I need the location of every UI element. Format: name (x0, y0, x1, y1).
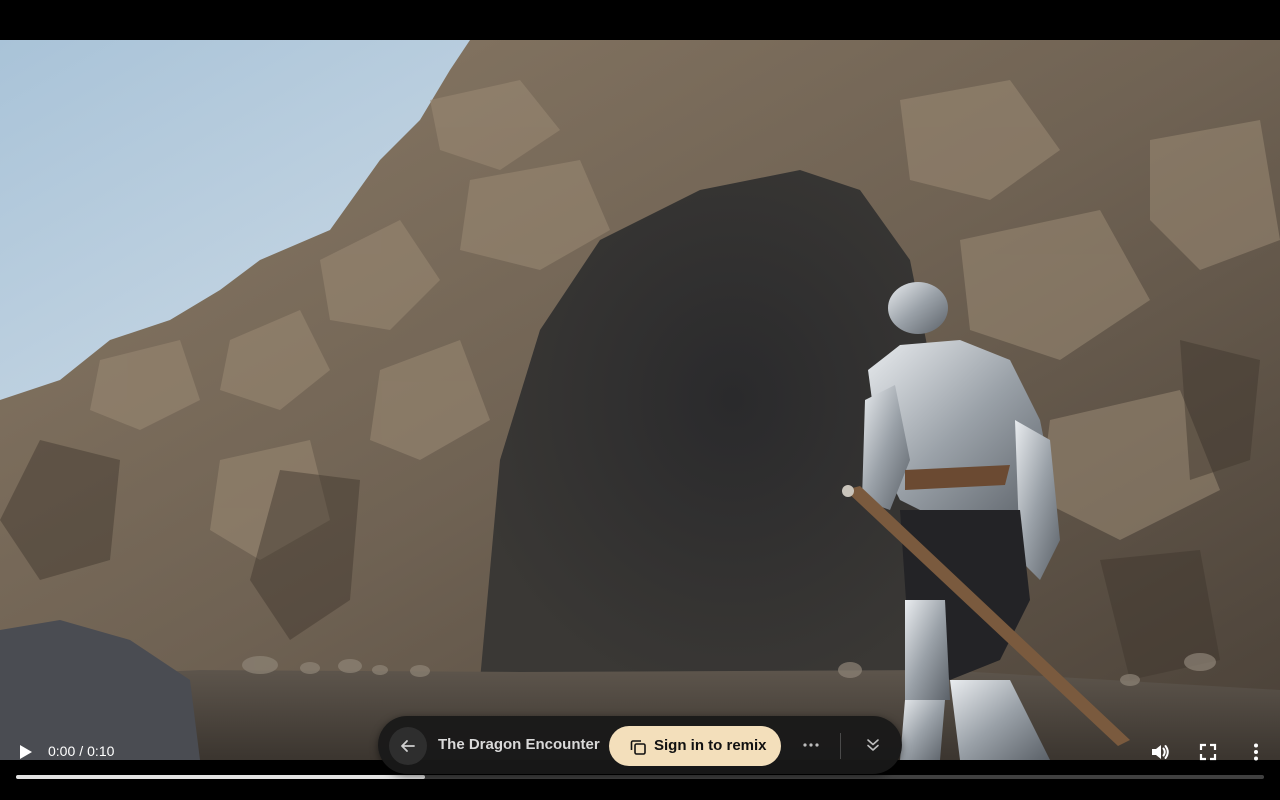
current-time: 0:00 (48, 743, 76, 759)
remix-bar-divider (840, 733, 841, 759)
progress-buffered (16, 775, 426, 779)
chevrons-down-icon (867, 739, 879, 751)
progress-bar[interactable] (16, 775, 1264, 779)
copy-icon (630, 740, 646, 755)
more-options-button[interactable] (798, 733, 824, 757)
more-vertical-icon (1254, 743, 1258, 761)
collapse-button[interactable] (861, 733, 885, 757)
player-menu-button[interactable] (1244, 740, 1268, 764)
back-button[interactable] (389, 727, 427, 765)
video-frame[interactable] (0, 40, 1280, 760)
more-horizontal-icon (803, 743, 819, 747)
volume-button[interactable] (1148, 740, 1172, 764)
play-icon (20, 745, 32, 759)
video-scene (0, 40, 1280, 760)
remix-bar: The Dragon Encounter Sign in to remix (378, 716, 902, 774)
play-button[interactable] (14, 741, 36, 763)
time-separator: / (79, 743, 84, 759)
sign-in-to-remix-button[interactable]: Sign in to remix (609, 726, 781, 766)
arrow-left-icon (401, 740, 415, 752)
time-display: 0:00/0:10 (48, 743, 114, 759)
remix-button-label: Sign in to remix (654, 737, 767, 754)
duration: 0:10 (87, 743, 115, 759)
volume-icon (1152, 745, 1169, 759)
video-title: The Dragon Encounter (438, 736, 600, 753)
fullscreen-icon (1199, 743, 1217, 761)
fullscreen-button[interactable] (1196, 740, 1220, 764)
